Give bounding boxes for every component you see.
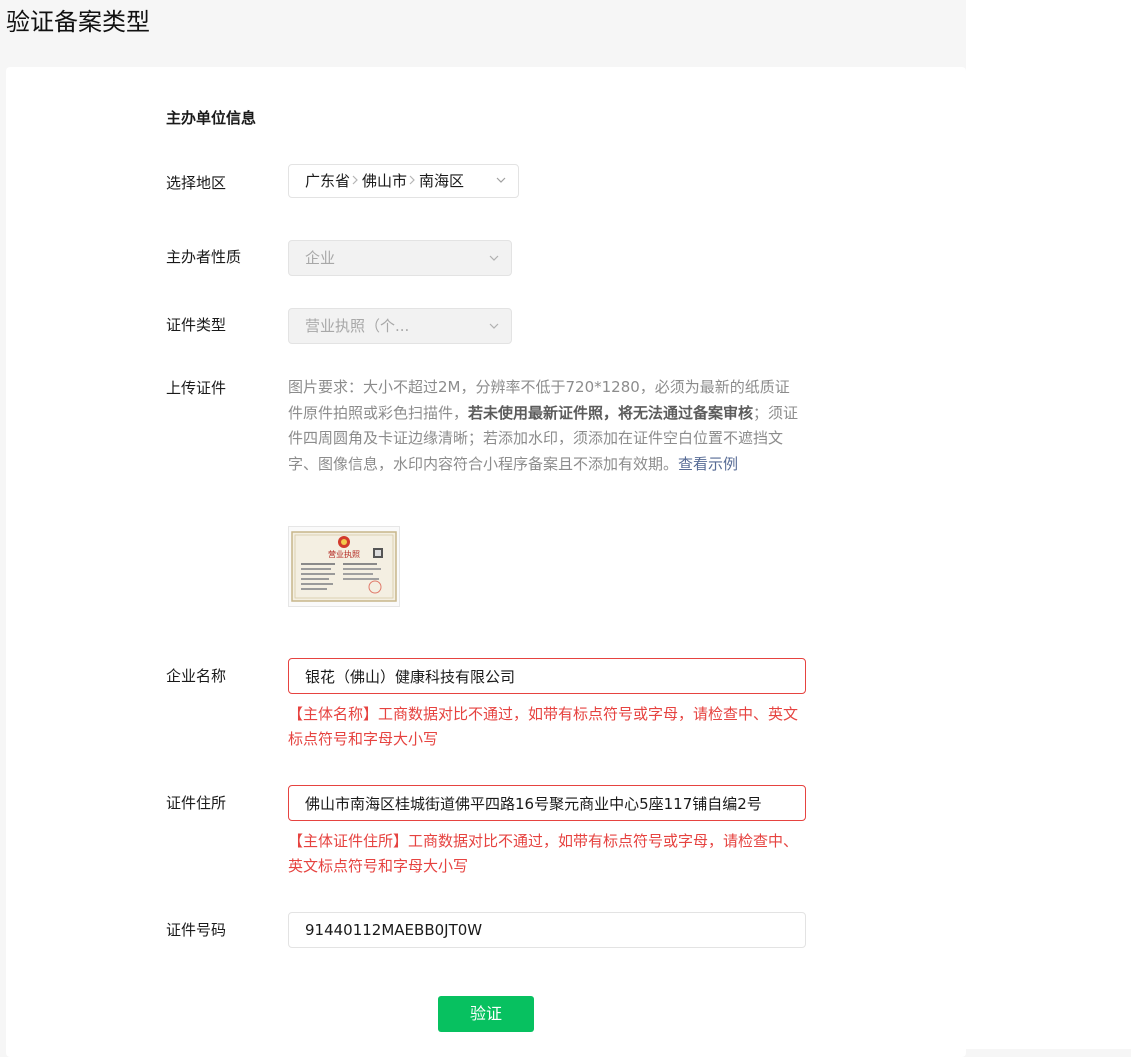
cert-number-input[interactable] — [288, 912, 806, 948]
cert-type-label: 证件类型 — [166, 316, 227, 334]
cert-address-input[interactable] — [288, 785, 806, 821]
right-blank-area — [966, 0, 1131, 1049]
upload-help-text: 图片要求：大小不超过2M，分辨率不低于720*1280，必须为最新的纸质证件原件… — [288, 375, 804, 477]
page-title: 验证备案类型 — [6, 8, 150, 36]
chevron-down-icon — [489, 323, 499, 329]
form-card: 主办单位信息 选择地区 广东省 佛山市 南海区 主办者性质 企业 证件类型 营业执照… — [6, 67, 966, 1057]
host-nature-label: 主办者性质 — [166, 248, 242, 266]
chevron-down-icon — [489, 255, 499, 261]
section-title: 主办单位信息 — [166, 109, 257, 127]
region-select[interactable]: 广东省 佛山市 南海区 — [288, 164, 519, 198]
cert-type-select[interactable]: 营业执照（个... — [288, 308, 512, 344]
region-label: 选择地区 — [166, 174, 227, 192]
company-name-input[interactable] — [288, 658, 806, 694]
chevron-down-icon — [496, 177, 506, 183]
company-name-label: 企业名称 — [166, 667, 227, 685]
host-nature-value: 企业 — [305, 249, 336, 267]
sample-title: 营业执照 — [328, 549, 360, 559]
verify-button[interactable]: 验证 — [438, 996, 534, 1032]
region-district: 南海区 — [419, 172, 465, 190]
chevron-right-icon — [409, 165, 415, 197]
cert-address-error: 【主体证件住所】工商数据对比不通过，如带有标点符号或字母，请检查中、英文标点符号… — [288, 832, 799, 875]
company-name-error: 【主体名称】工商数据对比不通过，如带有标点符号或字母，请检查中、英文标点符号和字… — [288, 705, 799, 748]
cert-type-value: 营业执照（个... — [305, 317, 410, 335]
region-city: 佛山市 — [362, 172, 408, 190]
license-sample-image[interactable]: 营业执照 — [288, 526, 400, 607]
cert-address-label: 证件住所 — [166, 794, 227, 812]
chevron-right-icon — [352, 165, 358, 197]
host-nature-select[interactable]: 企业 — [288, 240, 512, 276]
region-province: 广东省 — [305, 172, 351, 190]
view-example-link[interactable]: 查看示例 — [678, 455, 738, 473]
upload-help-warning: 若未使用最新证件照，将无法通过备案审核 — [468, 403, 754, 422]
upload-label: 上传证件 — [166, 379, 227, 397]
cert-number-label: 证件号码 — [166, 921, 227, 939]
